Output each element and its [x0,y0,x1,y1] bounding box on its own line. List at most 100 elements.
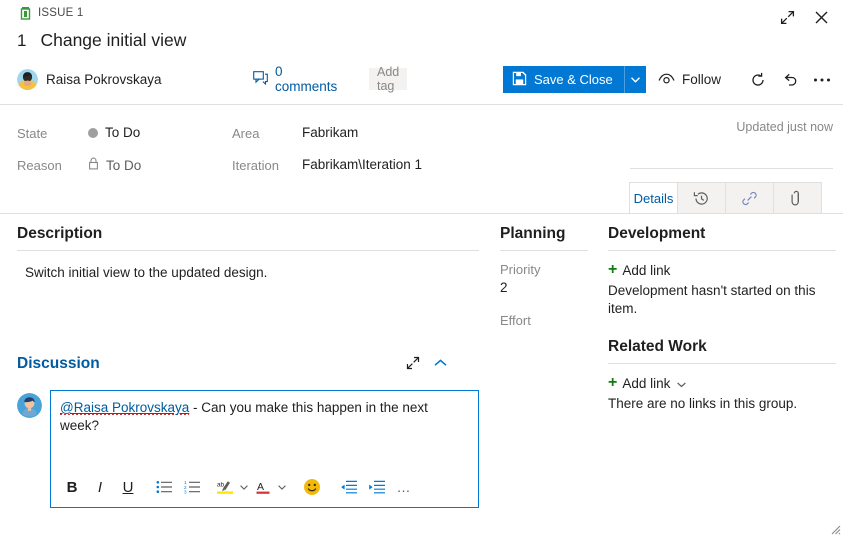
underline-button[interactable]: U [115,474,141,500]
refresh-button[interactable] [744,66,772,93]
undo-button[interactable] [776,66,804,93]
chevron-down-icon [278,484,286,490]
discussion-actions [406,356,447,370]
description-text[interactable]: Switch initial view to the updated desig… [17,262,479,280]
tab-details-label: Details [633,191,674,206]
assignee-name[interactable]: Raisa Pokrovskaya [46,72,162,87]
lock-icon [88,157,99,173]
mention-chip[interactable]: @Raisa Pokrovskaya [60,400,190,415]
italic-button[interactable]: I [87,474,113,500]
development-add-link-button[interactable]: + Add link [608,262,836,278]
svg-text:ab: ab [217,481,225,488]
highlight-icon: ab [216,481,233,494]
editor-toolbar: B I U 1 2 3 ab A … [51,467,478,507]
discussion-compose-row: @Raisa Pokrovskaya - Can you make this h… [17,390,479,508]
chevron-up-icon [434,359,447,366]
related-work-empty-note: There are no links in this group. [608,396,798,412]
work-item-header: ISSUE 1 1 Change initial view Raisa Pokr… [0,0,843,104]
tab-history[interactable] [677,182,726,214]
comments-link[interactable]: 0 comments [253,64,337,94]
resize-grip[interactable] [827,521,841,535]
follow-label: Follow [682,72,722,87]
close-button[interactable] [807,4,835,30]
development-empty-note: Development hasn't started on this item. [608,283,816,317]
discussion-editor-body[interactable]: @Raisa Pokrovskaya - Can you make this h… [51,391,478,443]
planning-column: Planning Priority 2 Effort [500,225,588,364]
effort-label: Effort [500,313,531,328]
indent-icon [368,480,385,494]
outdent-button[interactable] [335,474,361,500]
planning-divider [500,250,588,251]
bold-button[interactable]: B [59,474,85,500]
attachment-icon [791,190,799,206]
tabstrip-top-divider [630,168,833,169]
bulleted-list-button[interactable] [151,474,177,500]
tabstrip: Details [629,182,822,214]
expand-button[interactable] [773,4,801,30]
development-heading: Development [608,225,706,242]
font-color-dropdown[interactable] [275,474,289,500]
chevron-down-icon [630,76,640,83]
discussion-collapse-button[interactable] [434,359,447,367]
current-user-avatar[interactable] [17,393,42,418]
related-work-heading: Related Work [608,338,707,356]
tab-attachments[interactable] [773,182,822,214]
area-label: Area [232,126,260,141]
state-label: State [17,126,48,141]
plus-icon: + [608,261,618,278]
work-item-dialog: ISSUE 1 1 Change initial view Raisa Pokr… [0,0,843,537]
indent-button[interactable] [363,474,389,500]
window-controls [773,4,835,30]
related-work-divider [608,363,836,365]
priority-value[interactable]: 2 [500,280,588,300]
more-actions-button[interactable] [808,66,836,93]
related-work-add-link-button[interactable]: + Add link [608,375,836,391]
work-item-title[interactable]: Change initial view [40,30,186,51]
bulleted-list-icon [156,481,172,493]
editor-more-button[interactable]: … [391,474,417,500]
highlight-button[interactable]: ab [215,474,235,500]
ellipsis-icon [814,78,830,81]
discussion-expand-button[interactable] [406,356,420,370]
comment-icon [253,70,268,88]
iteration-value[interactable]: Fabrikam\Iteration 1 [302,157,422,172]
state-dot-icon [88,127,98,138]
tab-links[interactable] [725,182,774,214]
save-and-close-label: Save & Close [534,72,613,87]
development-add-link-label: Add link [622,262,671,278]
work-item-title-row: 1 Change initial view [17,30,186,51]
effort-value[interactable] [500,331,588,351]
chevron-down-icon[interactable] [677,376,687,391]
expand-icon [406,356,420,370]
highlight-dropdown[interactable] [237,474,251,500]
save-icon [512,71,527,89]
reason-label: Reason [17,158,62,173]
save-and-close-button[interactable]: Save & Close [503,66,646,93]
state-value-label: To Do [105,125,141,140]
save-options-dropdown[interactable] [623,66,646,93]
chevron-down-icon [240,484,248,490]
follow-eye-icon [658,72,675,88]
emoji-button[interactable] [299,474,325,500]
follow-button[interactable]: Follow [658,66,721,93]
discussion-editor[interactable]: @Raisa Pokrovskaya - Can you make this h… [50,390,479,508]
updated-timestamp: Updated just now [736,120,833,134]
link-icon [742,191,757,206]
work-item-type: ISSUE 1 [20,5,84,21]
planning-heading: Planning [500,225,566,242]
plus-icon: + [608,374,618,392]
save-and-close-main[interactable]: Save & Close [503,66,624,93]
numbered-list-button[interactable]: 1 2 3 [179,474,205,500]
state-value[interactable]: To Do [88,125,140,140]
add-tag-button[interactable]: Add tag [369,65,408,93]
related-work-add-link-label: Add link [622,375,671,391]
description-column: Description Switch initial view to the u… [17,225,479,508]
tab-details[interactable]: Details [629,182,678,214]
assignee-avatar[interactable] [17,68,38,90]
development-divider [608,250,836,251]
area-value[interactable]: Fabrikam [302,125,358,140]
numbered-list-icon: 1 2 3 [184,480,200,494]
font-color-button[interactable]: A [253,474,273,500]
work-item-type-label: ISSUE 1 [38,7,84,19]
svg-text:3: 3 [184,490,187,494]
